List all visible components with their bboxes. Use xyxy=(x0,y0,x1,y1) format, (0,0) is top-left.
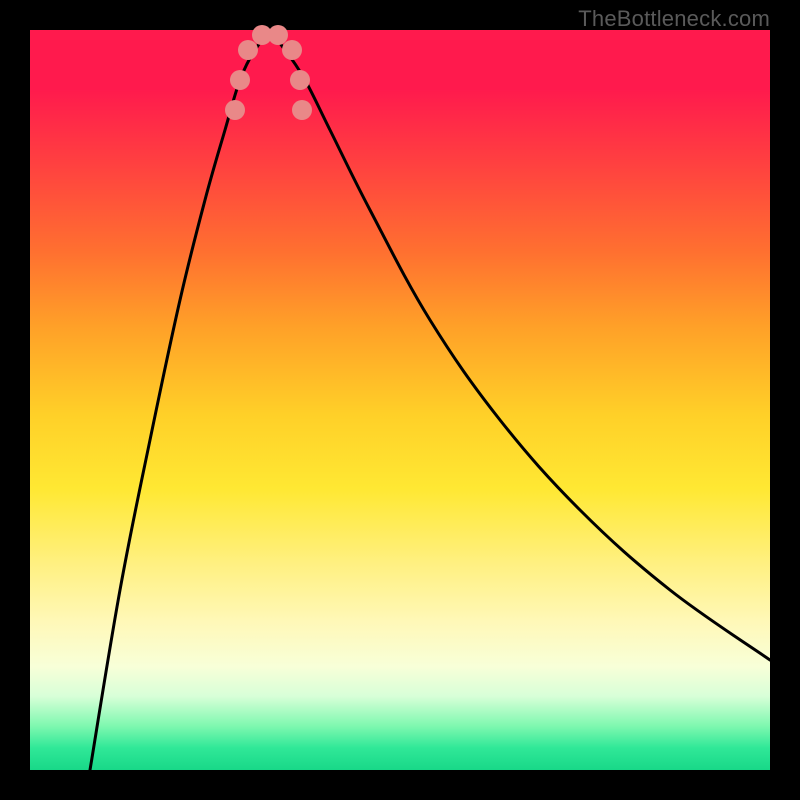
curve-layer xyxy=(90,35,770,770)
trough-dot xyxy=(282,40,302,60)
trough-dot xyxy=(292,100,312,120)
curve-svg xyxy=(30,30,770,770)
trough-dot xyxy=(238,40,258,60)
trough-dot xyxy=(268,25,288,45)
attribution-text: TheBottleneck.com xyxy=(578,6,770,32)
trough-dot xyxy=(290,70,310,90)
bottleneck-curve xyxy=(90,35,770,770)
trough-dot xyxy=(230,70,250,90)
trough-dot xyxy=(225,100,245,120)
chart-frame: TheBottleneck.com xyxy=(0,0,800,800)
plot-area xyxy=(30,30,770,770)
dots-layer xyxy=(225,25,312,120)
